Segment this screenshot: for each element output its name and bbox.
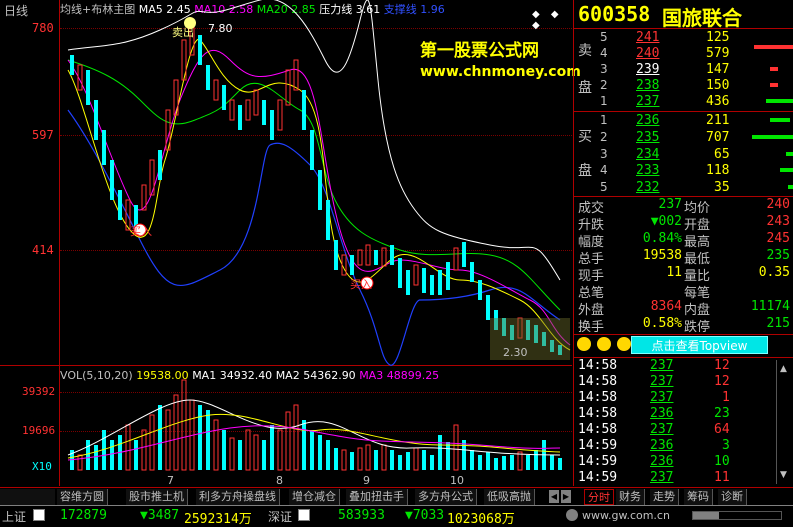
tab-diagnosis[interactable]: 诊断 <box>718 489 747 505</box>
stock-name: 国旅联合 <box>662 6 742 30</box>
sz-amount: 1023068万 <box>447 512 515 527</box>
sz-index-value: 583933 <box>338 508 385 523</box>
buy-volume-bar <box>770 118 790 122</box>
tab-formula-3[interactable]: 利多方舟操盘线 <box>196 489 280 505</box>
topview-dots[interactable] <box>577 337 631 354</box>
sell-volume-bar <box>770 83 778 87</box>
sh-index-icon[interactable] <box>33 509 45 521</box>
high-price-label: 7.80 <box>208 22 233 35</box>
sell-signal-label: 卖出 <box>172 26 194 39</box>
quote-panel: 600358 国旅联合 卖 盘 5 241 125 4 240 579 3 23… <box>573 0 793 486</box>
sz-label[interactable]: 深证 <box>268 508 292 525</box>
topview-dot-icon[interactable] <box>577 337 591 351</box>
sell-level-row: 5 241 125 <box>600 30 730 45</box>
vol-tick-high: 39392 <box>22 385 56 398</box>
tab-finance[interactable]: 财务 <box>616 489 645 505</box>
buy-volume-bar <box>780 168 793 172</box>
buy-level-row: 1 236 211 <box>600 113 730 128</box>
volume-legend: VOL(5,10,20) 19538.00 MA1 34932.40 MA2 5… <box>60 369 439 382</box>
formula-tabs-bar: 容维方圆 股市推土机 利多方舟操盘线 增仓减仓 叠加扭击手 多方舟公式 低吸高抛… <box>0 487 793 505</box>
topview-dot-icon[interactable] <box>596 337 611 351</box>
topview-button[interactable]: 点击查看Topview <box>631 336 768 354</box>
stats-grid: 成交 237 均价 240 升跌 ▼002 开盘 243 幅度 0.84% 最高… <box>578 197 790 335</box>
tab-formula-4[interactable]: 增仓减仓 <box>289 489 340 505</box>
buy-volume-bar <box>788 185 793 189</box>
sh-index-change: ▼3487 <box>140 508 180 523</box>
buy-signal-label: 买入 <box>350 278 372 291</box>
price-tick-597: 597 <box>32 128 54 142</box>
divider <box>574 334 793 335</box>
tick-scrollbar[interactable]: ▲ ▼ <box>776 360 790 484</box>
candles <box>70 24 562 355</box>
vol-ma2-value: MA2 54362.90 <box>275 369 356 382</box>
tab-intraday[interactable]: 分时 <box>584 489 614 505</box>
buy-volume-bar <box>786 152 793 156</box>
sell-volume-bar <box>766 99 793 103</box>
sh-label[interactable]: 上证 <box>2 508 26 525</box>
site-url[interactable]: www.gw.com.cn <box>582 509 670 522</box>
tabs-spacer <box>0 489 55 505</box>
sh-index-value: 172879 <box>60 508 107 523</box>
tab-formula-5[interactable]: 叠加扭击手 <box>346 489 408 505</box>
volume-bars <box>70 379 562 471</box>
sell-level-row: 2 238 150 <box>600 78 730 93</box>
date-tick: 9 <box>363 474 370 487</box>
vol-ma1-value: MA1 34932.40 <box>192 369 273 382</box>
topview-dot-icon[interactable] <box>616 337 631 351</box>
tab-formula-7[interactable]: 低吸高抛 <box>484 489 535 505</box>
sell-volume-bar <box>754 45 793 49</box>
sz-index-change: ▼7033 <box>405 508 445 523</box>
index-status-bar: 上证 172879 ▼3487 2592314万 深证 583933 ▼7033… <box>0 505 793 527</box>
buy-level-row: 5 232 35 <box>600 180 730 195</box>
date-tick: 7 <box>167 474 174 487</box>
price-volume-svg <box>67 0 571 471</box>
scroll-up-icon[interactable]: ▲ <box>780 364 787 374</box>
price-axis: 日线 780 597 414 39392 19696 X10 <box>0 0 60 486</box>
stock-code: 600358 <box>578 2 651 26</box>
signal-strength-indicator <box>692 511 782 520</box>
highlight-region <box>490 318 570 360</box>
tab-trend[interactable]: 走势 <box>650 489 679 505</box>
sh-amount: 2592314万 <box>184 512 252 527</box>
price-tick-780: 780 <box>32 21 54 35</box>
buy-level-row: 4 233 118 <box>600 163 730 178</box>
signal-fill <box>693 512 720 519</box>
divider <box>574 111 793 112</box>
low-price-label: 2.30 <box>503 346 528 359</box>
period-label[interactable]: 日线 <box>4 2 28 19</box>
sz-index-icon[interactable] <box>298 509 310 521</box>
tabs-scroll-left-icon[interactable]: ◀ <box>549 490 559 503</box>
divider <box>574 28 793 29</box>
tab-formula-1[interactable]: 容维方圆 <box>57 489 108 505</box>
kline-chart-area[interactable]: 日线 780 597 414 39392 19696 X10 均线+布林主图 M… <box>0 0 581 487</box>
date-tick: 8 <box>276 474 283 487</box>
vol-tick-mid: 19696 <box>22 424 56 437</box>
date-tick: 10 <box>450 474 464 487</box>
sell-volume-bar <box>770 67 778 71</box>
price-tick-414: 414 <box>32 243 54 257</box>
buy-volume-bar <box>752 135 793 139</box>
globe-icon <box>566 509 578 521</box>
volume-indicator-name[interactable]: VOL(5,10,20) <box>60 369 133 382</box>
tab-formula-6[interactable]: 多方舟公式 <box>415 489 477 505</box>
volume-value: 19538.00 <box>136 369 189 382</box>
buy-level-row: 3 234 65 <box>600 147 730 162</box>
vol-ma3-value: MA3 48899.25 <box>359 369 440 382</box>
tab-chips[interactable]: 筹码 <box>684 489 713 505</box>
tab-formula-2[interactable]: 股市推土机 <box>126 489 188 505</box>
buy-signal-label: 买入 <box>130 225 152 238</box>
scroll-down-icon[interactable]: ▼ <box>780 470 787 480</box>
tabs-scroll-right-icon[interactable]: ▶ <box>561 490 571 503</box>
sell-level-row: 3 239 147 <box>600 62 730 77</box>
sell-level-row: 1 237 436 <box>600 94 730 109</box>
vol-unit: X10 <box>32 460 52 473</box>
